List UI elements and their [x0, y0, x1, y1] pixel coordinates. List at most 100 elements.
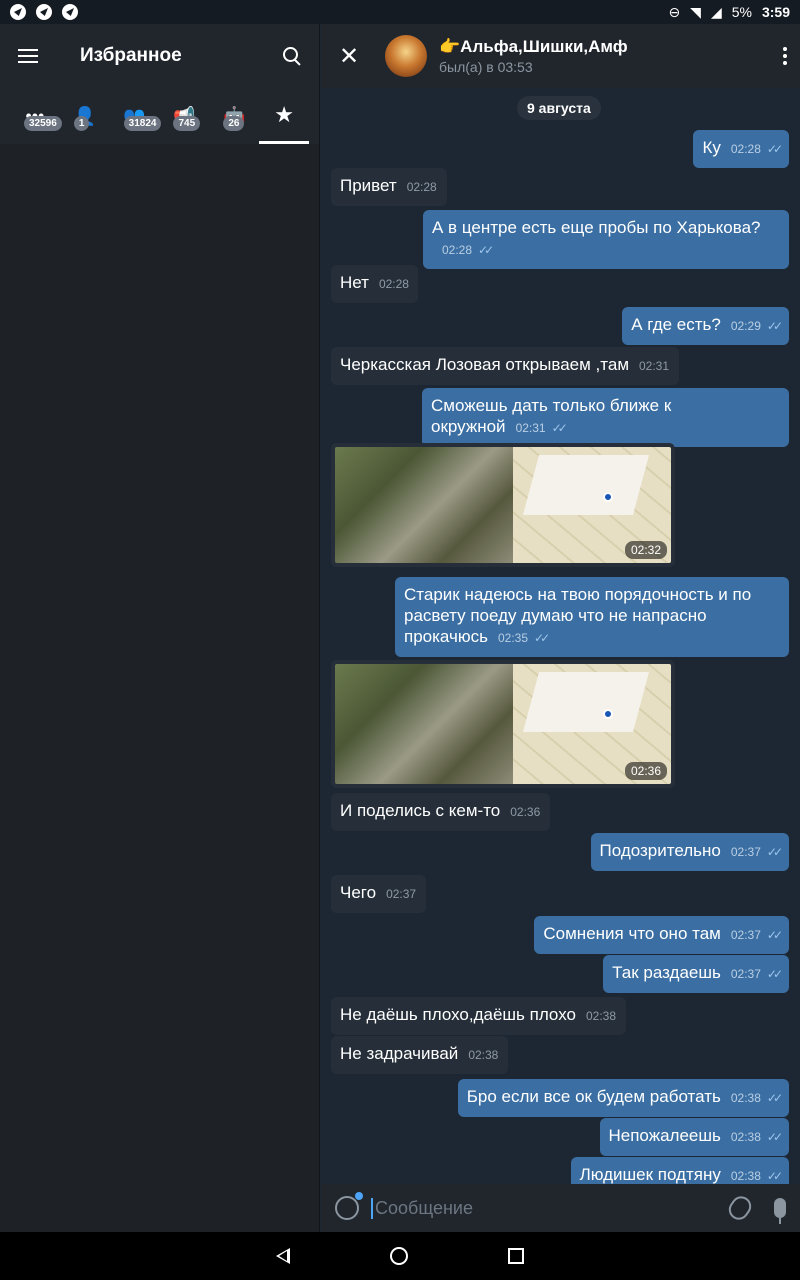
message-time: 02:38 — [585, 1009, 616, 1023]
folder-tab[interactable]: •••32596 — [10, 88, 62, 144]
unread-count-badge: 26 — [223, 116, 245, 131]
back-icon[interactable] — [276, 1248, 290, 1264]
incoming-message[interactable]: Не даёшь плохо,даёшь плохо 02:38 — [331, 997, 626, 1035]
home-icon[interactable] — [390, 1247, 408, 1265]
message-text: Непожалеешь — [608, 1126, 721, 1145]
message-time: 02:31 — [515, 421, 546, 435]
unread-count-badge: 1 — [73, 116, 90, 131]
message-time: 02:28 — [730, 142, 761, 156]
sync-notification-icon — [36, 4, 52, 20]
message-text: Нет — [340, 273, 369, 292]
recents-icon[interactable] — [508, 1248, 524, 1264]
folder-tabs: •••32596👤1👥31824📢745🤖26 ★ — [0, 88, 319, 144]
read-check-icon: ✓✓ — [534, 631, 550, 645]
message-text: А в центре есть еще пробы по Харькова? — [432, 218, 761, 237]
message-time: 02:28 — [442, 243, 473, 257]
dnd-icon: ⊖ — [668, 3, 681, 20]
folder-tab[interactable]: 🤖26 — [209, 88, 259, 144]
menu-icon[interactable] — [18, 49, 38, 63]
message-text: Бро если все ок будем работать — [466, 1087, 721, 1106]
outgoing-message[interactable]: А в центре есть еще пробы по Харькова? 02… — [423, 210, 789, 269]
search-icon[interactable] — [283, 47, 301, 65]
read-check-icon: ✓✓ — [478, 243, 494, 257]
forest-photo — [335, 447, 513, 563]
message-time: 02:28 — [378, 277, 409, 291]
message-text: И поделись с кем-то — [340, 801, 501, 820]
chat-header: ✕ 👉Альфа,Шишки,Амф был(а) в 03:53 — [321, 24, 800, 88]
read-check-icon: ✓✓ — [766, 845, 783, 859]
message-text: Людишек подтяну — [579, 1165, 721, 1184]
battery-percent: 5% — [731, 4, 752, 20]
message-time: 02:38 — [730, 1169, 761, 1183]
message-time: 02:38 — [730, 1130, 761, 1144]
incoming-message[interactable]: И поделись с кем-то 02:36 — [331, 793, 551, 831]
chat-title: 👉Альфа,Шишки,Амф — [439, 37, 782, 57]
message-time: 02:28 — [406, 180, 437, 194]
read-check-icon: ✓✓ — [766, 319, 783, 333]
read-check-icon: ✓✓ — [766, 1169, 783, 1183]
message-text: Не даёшь плохо,даёшь плохо — [340, 1005, 576, 1024]
message-list[interactable]: 9 августа Ку 02:28 ✓✓ Привет 02:28 А в центре… — [321, 88, 800, 1184]
outgoing-message[interactable]: Ку 02:28 ✓✓ — [693, 130, 789, 168]
chat-title-area[interactable]: 👉Альфа,Шишки,Амф был(а) в 03:53 — [439, 37, 782, 75]
telegram-notification-icon — [62, 4, 78, 20]
outgoing-message[interactable]: А где есть? 02:29 ✓✓ — [622, 307, 789, 345]
clock: 3:59 — [761, 4, 790, 20]
message-time: 02:37 — [730, 845, 761, 859]
message-time: 02:37 — [386, 887, 417, 901]
emoji-icon[interactable] — [335, 1192, 363, 1220]
read-check-icon: ✓✓ — [766, 967, 783, 981]
message-time: 02:38 — [468, 1048, 499, 1062]
outgoing-message[interactable]: Сомнения что оно там 02:37 ✓✓ — [534, 916, 789, 954]
message-time: 02:29 — [730, 319, 761, 333]
status-bar: ⊖ ◥ ◢ 5% 3:59 — [0, 0, 800, 24]
folder-tab[interactable]: 👤 1 — [60, 88, 110, 144]
folder-tab[interactable]: 📢745 — [159, 88, 209, 144]
last-seen-status: был(а) в 03:53 — [439, 59, 533, 75]
close-icon[interactable]: ✕ — [339, 42, 361, 71]
outgoing-message[interactable]: Сможешь дать только ближе к окружной 02:3… — [422, 388, 789, 447]
signal-icon: ◢ — [710, 3, 722, 20]
outgoing-message[interactable]: Непожалеешь 02:38 ✓✓ — [599, 1118, 789, 1156]
outgoing-message[interactable]: Подозрительно 02:37 ✓✓ — [590, 833, 789, 871]
chat-name: Альфа,Шишки,Амф — [460, 37, 628, 56]
photo-message[interactable]: 02:32 — [331, 443, 675, 567]
microphone-icon[interactable] — [774, 1198, 786, 1224]
avatar[interactable] — [385, 35, 427, 77]
message-time: 02:32 — [624, 541, 667, 559]
photo-image — [335, 664, 671, 784]
read-check-icon: ✓✓ — [766, 142, 783, 156]
message-text: Черкасская Лозовая открываем ,там — [340, 355, 629, 374]
incoming-message[interactable]: Нет 02:28 — [331, 265, 418, 303]
unread-count-badge: 745 — [173, 116, 201, 131]
folder-title: Избранное — [80, 45, 182, 66]
message-input[interactable]: Сообщение — [371, 1197, 730, 1219]
photo-image — [335, 447, 671, 563]
outgoing-message[interactable]: Бро если все ок будем работать 02:38 ✓✓ — [457, 1079, 789, 1117]
unread-count-badge: 32596 — [24, 116, 62, 131]
folder-tab[interactable]: ★ — [259, 88, 309, 144]
message-time: 02:35 — [497, 631, 529, 645]
incoming-message[interactable]: Черкасская Лозовая открываем ,там 02:31 — [331, 347, 680, 385]
message-text: Так раздаешь — [612, 963, 721, 982]
unread-count-badge: 31824 — [123, 116, 162, 131]
message-time: 02:37 — [730, 967, 761, 981]
outgoing-message[interactable]: Старик надеюсь на твою порядочность и по… — [395, 577, 789, 657]
message-text: Не задрачивай — [340, 1044, 459, 1063]
incoming-message[interactable]: Не задрачивай 02:38 — [331, 1036, 509, 1074]
outgoing-message[interactable]: Так раздаешь 02:37 ✓✓ — [603, 955, 789, 993]
message-time: 02:31 — [639, 359, 670, 373]
chat-list-panel: Избранное •••32596👤1👥31824📢745🤖26 ★ — [0, 24, 320, 1232]
incoming-message[interactable]: Чего 02:37 — [331, 875, 426, 913]
message-time: 02:37 — [730, 928, 761, 942]
message-time: 02:38 — [730, 1091, 761, 1105]
incoming-message[interactable]: Привет 02:28 — [331, 168, 447, 206]
outgoing-message[interactable]: Людишек подтяну 02:38 ✓✓ — [570, 1157, 789, 1184]
photo-message[interactable]: 02:36 — [331, 660, 675, 788]
message-text: А где есть? — [631, 315, 721, 334]
date-separator: 9 августа — [517, 96, 601, 120]
star-icon: ★ — [274, 101, 294, 127]
wifi-icon: ◥ — [690, 3, 701, 20]
folder-tab[interactable]: 👥31824 — [110, 88, 162, 144]
more-options-icon[interactable] — [782, 47, 788, 65]
